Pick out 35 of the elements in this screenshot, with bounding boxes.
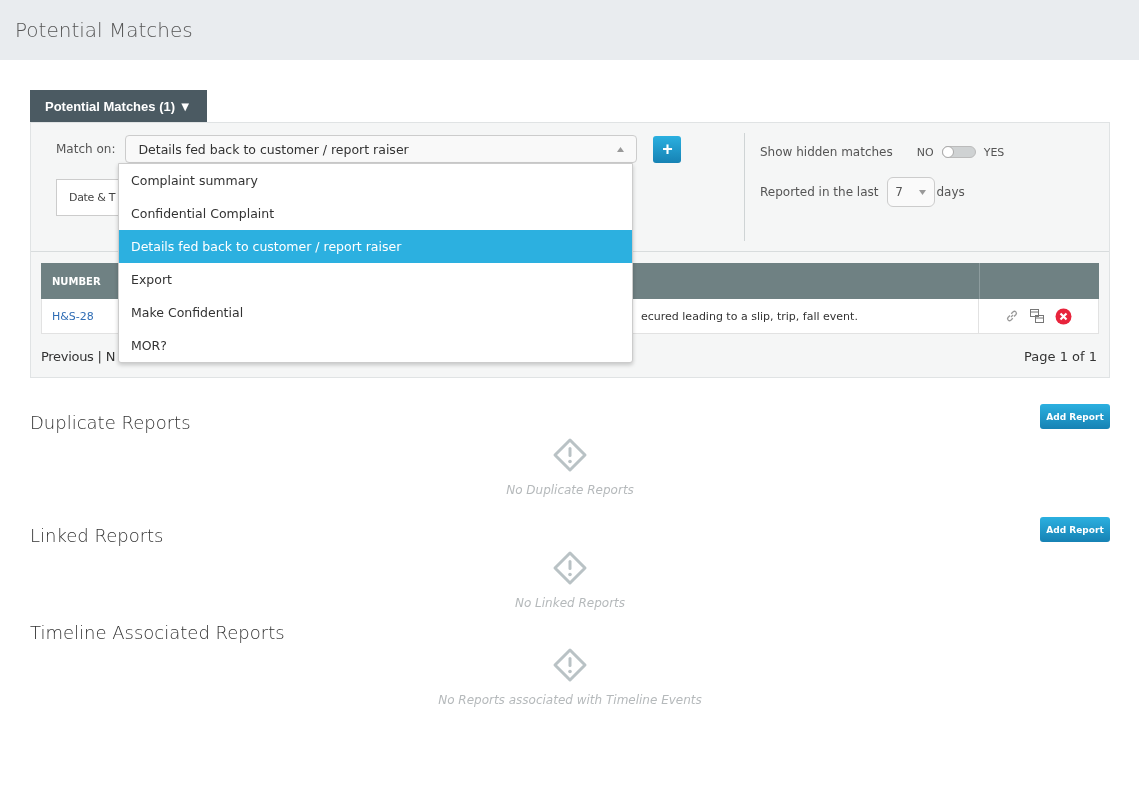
caret-icon <box>918 189 926 195</box>
report-link[interactable]: H&S-28 <box>52 309 94 323</box>
page-title: Potential Matches <box>15 18 193 42</box>
toggle-on-label: YES <box>983 145 1005 159</box>
link-icon[interactable] <box>1005 309 1019 323</box>
dropdown-option[interactable]: Export <box>119 263 632 296</box>
table-cell: ecured leading to a slip, trip, fall event. <box>641 309 858 323</box>
section-title: Linked Reports <box>30 525 164 546</box>
pagination-separator: | <box>97 349 102 364</box>
toggle-off-label: NO <box>916 145 934 159</box>
dropdown-option[interactable]: Make Confidential <box>119 296 632 329</box>
caret-icon <box>617 146 625 152</box>
days-select[interactable]: 7 <box>886 177 935 207</box>
days-label: days <box>936 185 965 199</box>
warning-icon <box>552 437 588 473</box>
page-indicator: Page 1 of 1 <box>1024 349 1097 364</box>
section-title: Duplicate Reports <box>30 412 191 433</box>
next-link[interactable]: N <box>105 349 116 364</box>
column-header: NUMBER <box>52 275 101 287</box>
empty-message: No Duplicate Reports <box>506 483 634 497</box>
empty-message: No Linked Reports <box>514 596 626 610</box>
show-hidden-label: Show hidden matches <box>760 145 893 159</box>
panel-tab[interactable]: Potential Matches (1) ▼ <box>30 90 207 122</box>
empty-message: No Reports associated with Timeline Events <box>438 693 702 707</box>
copy-icon[interactable] <box>1029 308 1045 324</box>
match-on-select[interactable]: Details fed back to customer / report raiser <box>125 135 638 163</box>
match-on-label: Match on: <box>56 142 116 156</box>
section-title: Timeline Associated Reports <box>30 622 285 643</box>
dropdown-option[interactable]: MOR? <box>119 329 632 362</box>
reported-label: Reported in the last <box>760 185 879 199</box>
previous-link[interactable]: Previous <box>41 349 94 364</box>
delete-icon[interactable] <box>1055 307 1072 325</box>
toggle-switch[interactable] <box>941 146 976 158</box>
warning-icon <box>552 647 588 683</box>
warning-icon <box>552 550 588 586</box>
